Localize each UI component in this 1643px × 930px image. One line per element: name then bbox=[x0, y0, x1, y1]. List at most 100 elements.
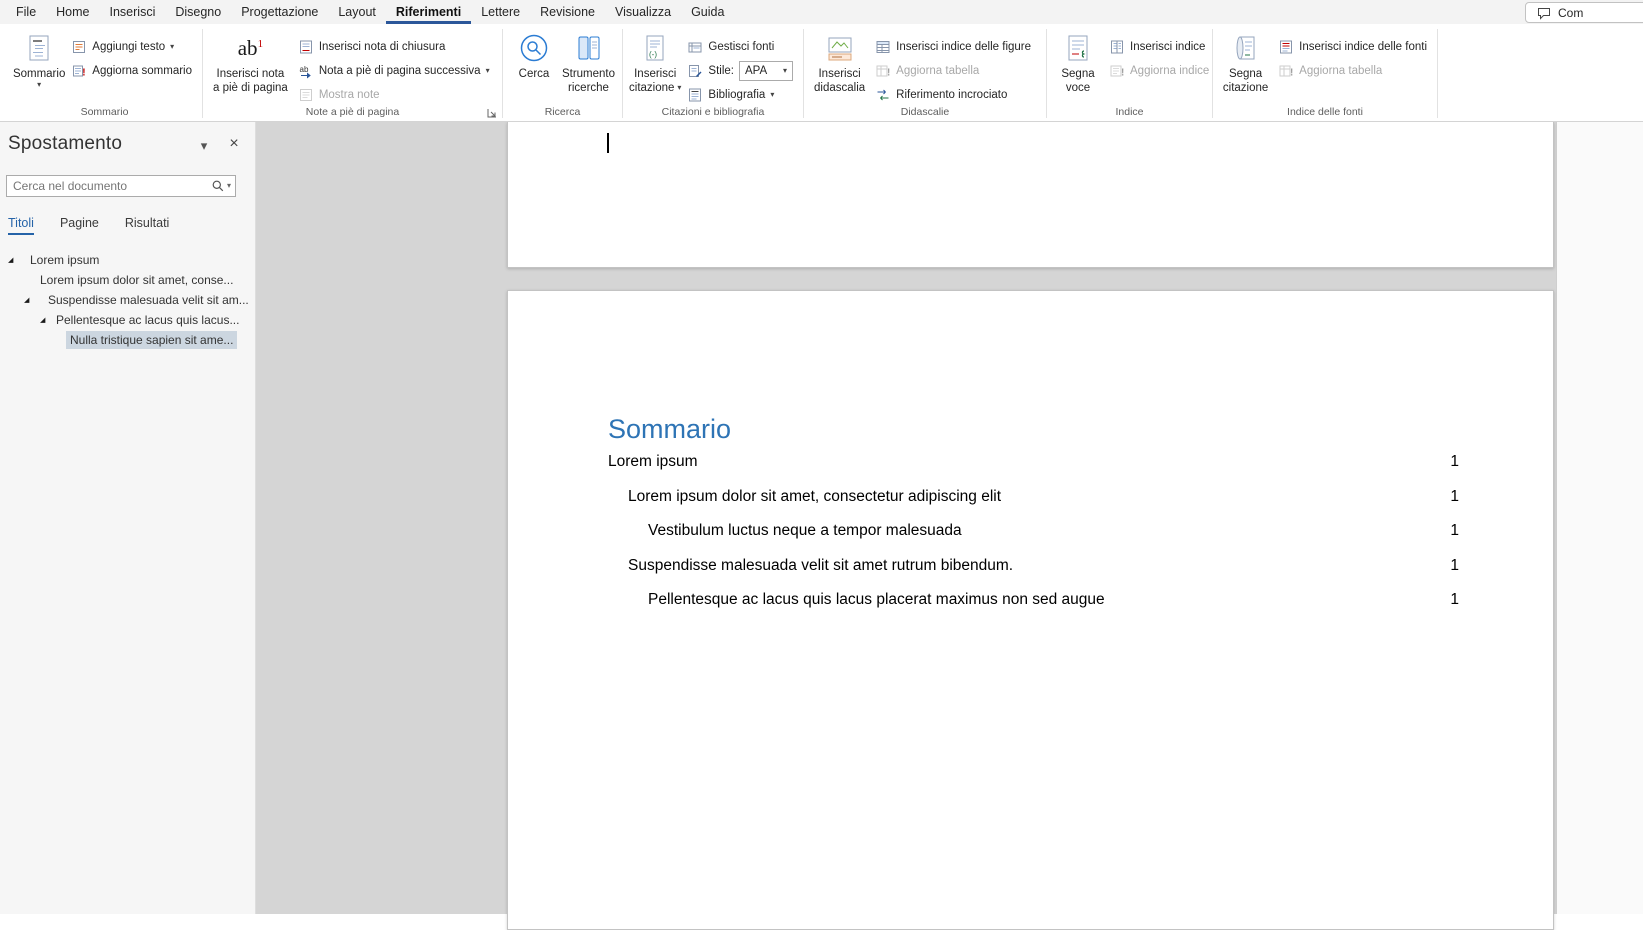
inserisci-indice-button[interactable]: Inserisci indice bbox=[1104, 37, 1214, 57]
menu-visualizza[interactable]: Visualizza bbox=[605, 0, 681, 24]
aggiorna-tabella-didascalie-button: ! Aggiorna tabella bbox=[870, 61, 1036, 81]
toc-entry-page: 1 bbox=[1450, 453, 1459, 471]
chevron-down-icon: ▾ bbox=[677, 84, 681, 92]
svg-text:!: ! bbox=[1121, 68, 1124, 79]
menu-progettazione[interactable]: Progettazione bbox=[231, 0, 328, 24]
toc-entry[interactable]: Lorem ipsum dolor sit amet, consectetur … bbox=[608, 488, 1459, 523]
group-label-fonti: Indice delle fonti bbox=[1214, 106, 1436, 118]
menu-revisione[interactable]: Revisione bbox=[530, 0, 605, 24]
inserisci-citazione-button[interactable]: (-) Inserisci citazione ▾ bbox=[628, 28, 682, 95]
segna-citazione-button[interactable]: Segna citazione bbox=[1218, 28, 1273, 95]
inserisci-indice-figure-button[interactable]: Inserisci indice delle figure bbox=[870, 37, 1036, 57]
show-notes-icon bbox=[298, 87, 314, 103]
toc-entry-page: 1 bbox=[1450, 522, 1459, 540]
tree-item-nulla-tristique[interactable]: Nulla tristique sapien sit ame... bbox=[0, 330, 255, 350]
ribbon-group-fonti: Segna citazione Inserisci indice delle f… bbox=[1214, 24, 1436, 121]
menu-inserisci[interactable]: Inserisci bbox=[100, 0, 166, 24]
inserisci-didascalia-button[interactable]: Inserisci didascalia bbox=[809, 28, 870, 95]
right-panel bbox=[1556, 122, 1643, 914]
toc-entry[interactable]: Vestibulum luctus neque a tempor malesua… bbox=[608, 522, 1459, 557]
toc-entry[interactable]: Lorem ipsum 1 bbox=[608, 453, 1459, 488]
nota-successiva-button[interactable]: ab Nota a piè di pagina successiva ▾ bbox=[293, 61, 493, 81]
insert-citation-icon: (-) bbox=[640, 31, 670, 65]
menu-disegno[interactable]: Disegno bbox=[165, 0, 231, 24]
sommario-button-label: Sommario bbox=[13, 67, 65, 81]
menu-layout[interactable]: Layout bbox=[328, 0, 386, 24]
inserisci-nota-button[interactable]: ab1 Inserisci nota a piè di pagina bbox=[208, 28, 293, 95]
sommario-button[interactable]: Sommario ▾ bbox=[12, 28, 66, 89]
toc-heading[interactable]: Sommario bbox=[608, 414, 731, 445]
dialog-launcher-icon[interactable] bbox=[485, 106, 498, 119]
menu-file[interactable]: File bbox=[6, 0, 46, 24]
tree-item-label: Lorem ipsum dolor sit amet, conse... bbox=[40, 273, 233, 287]
pane-options-chevron-icon[interactable]: ▾ bbox=[194, 136, 214, 156]
collapse-triangle-icon[interactable]: ◢ bbox=[40, 316, 45, 324]
stile-select[interactable]: APA ▾ bbox=[739, 61, 793, 81]
bibliografia-button[interactable]: Bibliografia ▾ bbox=[682, 85, 798, 105]
segna-voce-button[interactable]: Segna voce bbox=[1052, 28, 1104, 95]
tree-item-pellentesque[interactable]: ◢ Pellentesque ac lacus quis lacus... bbox=[0, 310, 255, 330]
ribbon-separator bbox=[803, 29, 804, 118]
inserisci-nota-label-1: Inserisci nota bbox=[217, 67, 285, 81]
riferimento-incrociato-button[interactable]: Riferimento incrociato bbox=[870, 85, 1036, 105]
cerca-button[interactable]: Cerca bbox=[508, 28, 560, 81]
table-of-authorities-icon bbox=[1278, 39, 1294, 55]
toc-entry[interactable]: Pellentesque ac lacus quis lacus placera… bbox=[608, 591, 1459, 626]
svg-text:ab: ab bbox=[299, 65, 308, 74]
search-icon[interactable] bbox=[211, 179, 225, 193]
pane-close-icon[interactable]: × bbox=[224, 134, 244, 154]
aggiorna-tabella-label: Aggiorna tabella bbox=[896, 65, 979, 77]
aggiungi-testo-label: Aggiungi testo bbox=[92, 41, 165, 53]
strumento-ricerche-button[interactable]: Strumento ricerche bbox=[560, 28, 617, 95]
strumento-label-1: Strumento bbox=[562, 67, 615, 81]
collapse-triangle-icon[interactable]: ◢ bbox=[8, 256, 13, 264]
ribbon-separator bbox=[1437, 29, 1438, 118]
aggiorna-sommario-button[interactable]: ! Aggiorna sommario bbox=[66, 61, 197, 81]
document-page-2[interactable]: Sommario Lorem ipsum 1 Lorem ipsum dolor… bbox=[507, 290, 1554, 930]
search-input[interactable] bbox=[7, 179, 211, 193]
inserisci-indice-fonti-label: Inserisci indice delle fonti bbox=[1299, 41, 1427, 53]
bibliography-icon bbox=[687, 87, 703, 103]
search-options-chevron-icon[interactable]: ▾ bbox=[227, 182, 231, 190]
aggiungi-testo-button[interactable]: Aggiungi testo ▾ bbox=[66, 37, 197, 57]
toc-entry[interactable]: Suspendisse malesuada velit sit amet rut… bbox=[608, 557, 1459, 592]
update-toc-icon: ! bbox=[71, 63, 87, 79]
comments-button[interactable]: Com bbox=[1525, 2, 1643, 23]
tab-pagine[interactable]: Pagine bbox=[60, 216, 99, 235]
text-cursor bbox=[607, 133, 609, 153]
tree-item-suspendisse[interactable]: ◢ Suspendisse malesuada velit sit am... bbox=[0, 290, 255, 310]
menu-guida[interactable]: Guida bbox=[681, 0, 734, 24]
ribbon-separator bbox=[622, 29, 623, 118]
group-label-note: Note a piè di pagina bbox=[204, 106, 501, 118]
inserisci-citazione-label-2: citazione bbox=[629, 81, 674, 95]
tab-risultati[interactable]: Risultati bbox=[125, 216, 169, 235]
bibliografia-label: Bibliografia bbox=[708, 89, 765, 101]
nota-chiusura-label: Inserisci nota di chiusura bbox=[319, 41, 446, 53]
ribbon-group-ricerca: Cerca Strumento ricerche Ricerca bbox=[504, 24, 621, 121]
menu-riferimenti[interactable]: Riferimenti bbox=[386, 0, 471, 24]
tree-item-lorem-ipsum[interactable]: ◢ Lorem ipsum bbox=[0, 250, 255, 270]
toc-entry-text: Pellentesque ac lacus quis lacus placera… bbox=[608, 591, 1105, 609]
toc-entry-text: Lorem ipsum dolor sit amet, consectetur … bbox=[608, 488, 1001, 506]
menu-lettere[interactable]: Lettere bbox=[471, 0, 530, 24]
menu-home[interactable]: Home bbox=[46, 0, 99, 24]
collapse-triangle-icon[interactable]: ◢ bbox=[24, 296, 29, 304]
aggiorna-indice-button: ! Aggiorna indice bbox=[1104, 61, 1214, 81]
headings-tree: ◢ Lorem ipsum Lorem ipsum dolor sit amet… bbox=[0, 250, 255, 350]
inserisci-nota-chiusura-button[interactable]: Inserisci nota di chiusura bbox=[293, 37, 493, 57]
tab-titoli[interactable]: Titoli bbox=[8, 216, 34, 235]
nota-successiva-label: Nota a piè di pagina successiva bbox=[319, 65, 481, 77]
document-page-1[interactable] bbox=[507, 122, 1554, 268]
menu-bar: File Home Inserisci Disegno Progettazion… bbox=[0, 0, 1643, 24]
tree-item-label: Pellentesque ac lacus quis lacus... bbox=[56, 313, 239, 327]
stile-row: Stile: APA ▾ bbox=[682, 61, 798, 81]
group-label-citazioni: Citazioni e bibliografia bbox=[624, 106, 802, 118]
document-search-box: ▾ bbox=[6, 175, 236, 197]
stile-label: Stile: bbox=[708, 65, 734, 77]
riferimento-incrociato-label: Riferimento incrociato bbox=[896, 89, 1007, 101]
update-table-icon: ! bbox=[875, 63, 891, 79]
inserisci-indice-fonti-button[interactable]: Inserisci indice delle fonti bbox=[1273, 37, 1432, 57]
gestisci-fonti-button[interactable]: Gestisci fonti bbox=[682, 37, 798, 57]
tree-item-lorem-dolor[interactable]: Lorem ipsum dolor sit amet, conse... bbox=[0, 270, 255, 290]
inserisci-didascalia-label-2: didascalia bbox=[814, 81, 865, 95]
